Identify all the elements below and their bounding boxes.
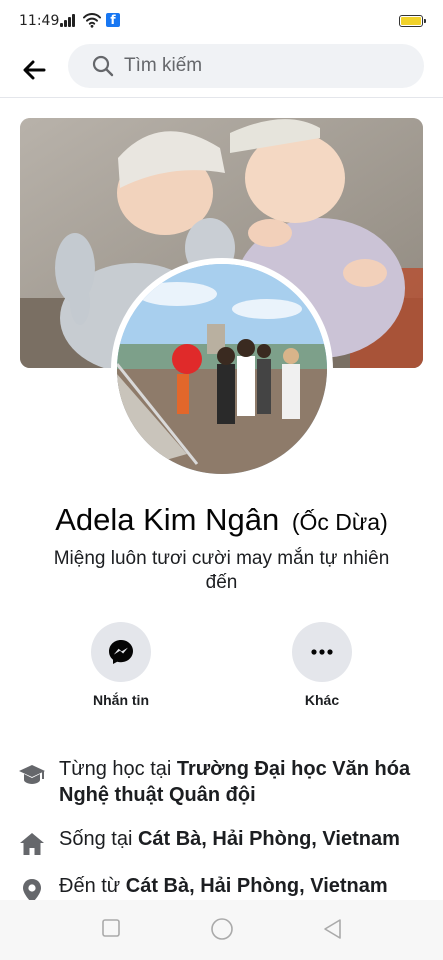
system-nav-bar: [0, 900, 443, 960]
education-icon: [19, 765, 45, 784]
more-icon: [311, 649, 333, 655]
home-icon: [20, 833, 44, 855]
intro-education: Từng học tại Trường Đại học Văn hóa Nghệ…: [18, 756, 428, 808]
back-nav-icon[interactable]: [322, 918, 342, 940]
signal-icon: [60, 14, 78, 27]
status-bar: 11:49 f: [0, 0, 443, 42]
search-input[interactable]: Tìm kiếm: [68, 44, 424, 88]
from-prefix: Đến từ: [59, 875, 126, 897]
top-header: Tìm kiếm: [0, 42, 443, 98]
message-button-label: Nhắn tin: [93, 692, 149, 708]
more-button-label: Khác: [304, 692, 340, 708]
battery-icon: [399, 15, 426, 27]
lives-in-value[interactable]: Cát Bà, Hải Phòng, Vietnam: [138, 828, 400, 850]
search-placeholder: Tìm kiếm: [124, 55, 203, 76]
lives-in-prefix: Sống tại: [59, 828, 138, 850]
more-button-circle: [292, 622, 352, 682]
avatar-image: [117, 264, 327, 474]
profile-name-text: Adela Kim Ngân: [55, 502, 280, 537]
profile-picture[interactable]: [111, 258, 333, 480]
education-prefix: Từng học tại: [59, 758, 177, 780]
home-button-icon[interactable]: [210, 917, 234, 941]
intro-lives-in: Sống tại Cát Bà, Hải Phòng, Vietnam: [18, 826, 428, 858]
back-button[interactable]: [16, 52, 52, 88]
profile-name: Adela Kim Ngân (Ốc Dừa): [0, 502, 443, 538]
facebook-notification-icon: f: [106, 13, 120, 27]
wifi-icon: [83, 13, 101, 28]
search-icon: [92, 55, 114, 77]
from-value[interactable]: Cát Bà, Hải Phòng, Vietnam: [126, 875, 388, 897]
more-button[interactable]: Khác: [277, 622, 367, 708]
profile-bio: Miệng luôn tươi cười may mắn tự nhiên đế…: [53, 548, 390, 593]
avatar: [117, 264, 327, 474]
message-button-circle: [91, 622, 151, 682]
messenger-icon: [109, 640, 133, 664]
status-time: 11:49: [19, 13, 60, 29]
alternate-name: (Ốc Dừa): [291, 509, 388, 535]
message-button[interactable]: Nhắn tin: [76, 622, 166, 708]
recent-apps-icon[interactable]: [101, 918, 121, 938]
arrow-left-icon: [23, 60, 46, 80]
